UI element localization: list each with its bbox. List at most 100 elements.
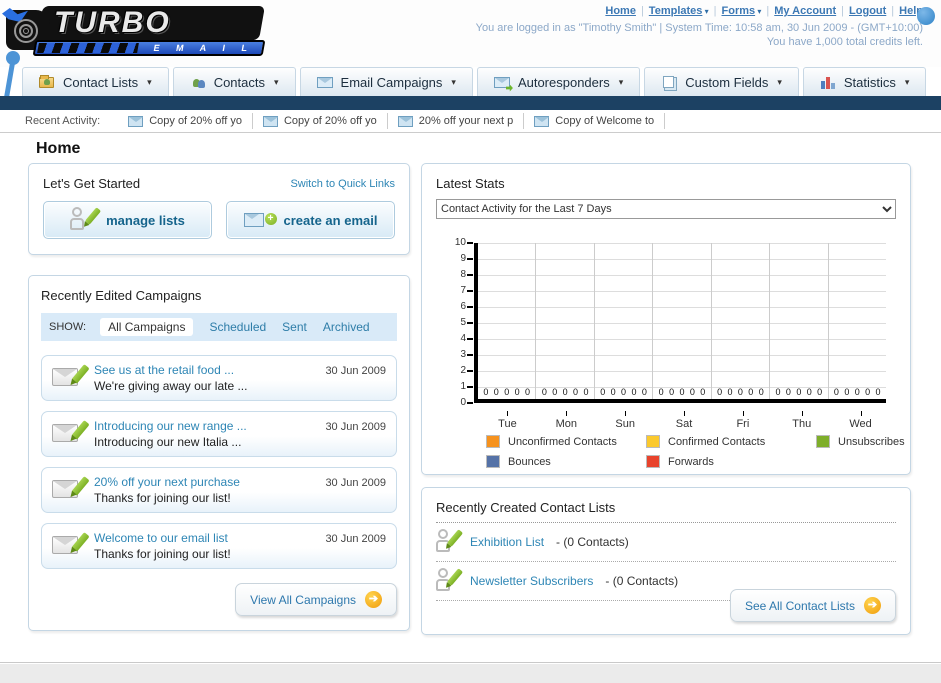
top-link-templates[interactable]: Templates [649, 5, 703, 17]
tab-custom-fields[interactable]: Custom Fields ▾ [644, 67, 799, 96]
chart-value-labels: 00000 [653, 387, 710, 397]
chart-value: 0 [865, 387, 871, 397]
tab-label: Autoresponders [517, 74, 610, 90]
navy-divider-bar [0, 96, 941, 110]
y-axis-tick [467, 274, 473, 276]
x-axis-label: Wed [831, 411, 890, 430]
filter-all-campaigns[interactable]: All Campaigns [100, 318, 194, 336]
y-axis-tick [467, 258, 473, 260]
chart-value: 0 [875, 387, 881, 397]
chart-day-group: 00000 [770, 243, 829, 399]
campaign-title-link[interactable]: 20% off your next purchase [94, 475, 313, 489]
tab-contact-lists[interactable]: Contact Lists ▾ [22, 67, 169, 96]
y-axis-label: 2 [460, 365, 466, 376]
chart-value: 0 [641, 387, 647, 397]
contact-list-link[interactable]: Exhibition List [470, 535, 544, 549]
contact-list-count: - (0 Contacts) [605, 574, 679, 588]
contact-list-item[interactable]: Exhibition List - (0 Contacts) [436, 523, 896, 562]
y-axis-label: 1 [460, 381, 466, 392]
filter-archived[interactable]: Archived [323, 320, 370, 334]
y-axis-tick [467, 354, 473, 356]
envelope-pencil-icon [52, 476, 90, 501]
see-all-contact-lists-button[interactable]: See All Contact Lists ➔ [729, 589, 896, 622]
switch-quick-links-link[interactable]: Switch to Quick Links [290, 178, 395, 190]
manage-lists-label: manage lists [106, 212, 185, 228]
campaign-list: See us at the retail food ... We're givin… [41, 355, 397, 569]
contact-list-count: - (0 Contacts) [556, 535, 629, 549]
contact-list-link[interactable]: Newsletter Subscribers [470, 574, 593, 588]
tab-contacts[interactable]: Contacts ▾ [172, 67, 296, 96]
folder-user-icon [39, 74, 56, 90]
tab-autoresponders[interactable]: Autoresponders ▾ [476, 67, 641, 96]
person-pencil-icon [436, 568, 464, 594]
top-link-logout[interactable]: Logout [849, 5, 886, 17]
logo-title: TURBO [54, 6, 171, 39]
top-link-home[interactable]: Home [605, 5, 636, 17]
chart-value: 0 [483, 387, 489, 397]
y-axis-label: 0 [460, 397, 466, 408]
y-axis-label: 3 [460, 349, 466, 360]
chart-legend: Unconfirmed Contacts Confirmed Contacts Un… [486, 435, 941, 468]
chart-value: 0 [600, 387, 606, 397]
chart-value: 0 [737, 387, 743, 397]
campaign-title-link[interactable]: See us at the retail food ... [94, 363, 313, 377]
stats-period-select[interactable]: Contact Activity for the Last 7 Days [436, 199, 896, 219]
recent-activity-item[interactable]: Copy of Welcome to [524, 113, 666, 129]
recent-activity-item[interactable]: Copy of 20% off yo [118, 113, 253, 129]
top-link-forms[interactable]: Forms [722, 5, 756, 17]
recent-activity-item[interactable]: 20% off your next p [388, 113, 525, 129]
left-column: Let's Get Started Switch to Quick Links … [28, 163, 410, 631]
chart-value: 0 [610, 387, 616, 397]
recent-activity-item[interactable]: Copy of 20% off yo [253, 113, 388, 129]
chart-value: 0 [817, 387, 823, 397]
recent-activity-item-label: 20% off your next p [418, 115, 514, 127]
campaign-title-link[interactable]: Introducing our new range ... [94, 419, 313, 433]
y-axis-tick [467, 306, 473, 308]
chart-value: 0 [583, 387, 589, 397]
campaign-subtitle: We're giving away our late ... [94, 379, 248, 393]
legend-label: Unsubscribes [838, 435, 905, 448]
chart-value: 0 [785, 387, 791, 397]
legend-swatch [646, 435, 660, 448]
campaign-subtitle: Thanks for joining our list! [94, 547, 231, 561]
x-axis-label: Mon [537, 411, 596, 430]
logo-email-bar: E M A I L [32, 40, 266, 56]
chart-value: 0 [775, 387, 781, 397]
y-axis-tick [467, 338, 473, 340]
x-axis-label: Sat [655, 411, 714, 430]
chart-value: 0 [562, 387, 568, 397]
legend-item: Unconfirmed Contacts [486, 435, 646, 448]
campaign-row[interactable]: Introducing our new range ... Introducing… [41, 411, 397, 457]
x-axis-label: Tue [478, 411, 537, 430]
legend-item: Unsubscribes [816, 435, 941, 448]
campaign-row[interactable]: See us at the retail food ... We're givin… [41, 355, 397, 401]
view-all-campaigns-button[interactable]: View All Campaigns ➔ [235, 583, 397, 616]
envelope-icon [128, 115, 144, 127]
email-add-icon: + [243, 211, 277, 229]
campaigns-panel-title: Recently Edited Campaigns [41, 288, 202, 303]
top-link-my-account[interactable]: My Account [774, 5, 836, 17]
x-axis-label: Thu [772, 411, 831, 430]
contact-activity-chart: 0000000000000000000000000000000000001234… [436, 235, 905, 468]
campaign-row[interactable]: Welcome to our email list Thanks for join… [41, 523, 397, 569]
filter-sent[interactable]: Sent [282, 320, 307, 334]
tab-email-campaigns[interactable]: Email Campaigns ▾ [299, 67, 473, 96]
chart-value: 0 [844, 387, 850, 397]
y-axis-tick [467, 322, 473, 324]
chevron-down-icon: ▾ [618, 76, 624, 87]
manage-lists-button[interactable]: manage lists [43, 201, 212, 239]
tab-label: Email Campaigns [340, 74, 443, 90]
campaign-title-link[interactable]: Welcome to our email list [94, 531, 313, 545]
logo-subtitle: E M A I L [152, 43, 255, 53]
recent-contact-lists-panel: Recently Created Contact Lists Exhibitio… [421, 487, 911, 635]
chart-value-labels: 00000 [712, 387, 769, 397]
tab-label: Contacts [213, 74, 265, 90]
campaign-date: 30 Jun 2009 [325, 533, 386, 545]
legend-swatch [646, 455, 660, 468]
tab-statistics[interactable]: Statistics ▾ [802, 67, 927, 96]
campaign-row[interactable]: 20% off your next purchase Thanks for joi… [41, 467, 397, 513]
login-info: You are logged in as "Timothy Smith" | S… [475, 22, 923, 34]
create-email-button[interactable]: + create an email [226, 201, 395, 239]
filter-scheduled[interactable]: Scheduled [209, 320, 266, 334]
envelope-icon [397, 115, 413, 127]
